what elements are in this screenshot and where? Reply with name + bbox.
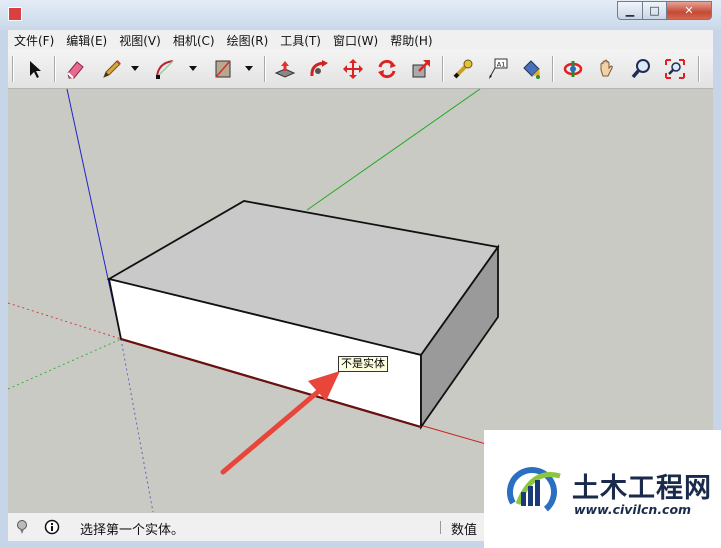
- eraser-icon: [67, 61, 84, 79]
- arc-tool-dropdown[interactable]: [188, 62, 198, 74]
- caret-down-icon: [131, 66, 139, 71]
- zoom-extents-tool-button[interactable]: [662, 56, 688, 82]
- zoom-icon: [631, 59, 650, 79]
- select-tool-button[interactable]: [22, 56, 48, 82]
- rectangle-tool-button[interactable]: [210, 56, 236, 82]
- arc-tool-button[interactable]: [152, 56, 178, 82]
- paint-bucket-icon: [523, 60, 540, 79]
- red-axis-negative: [8, 302, 122, 340]
- caret-down-icon: [189, 66, 197, 71]
- site-logo-icon: [507, 467, 561, 517]
- watermark-site-url: www.civilcn.com: [574, 502, 692, 517]
- menu-file[interactable]: 文件(F): [8, 32, 60, 49]
- follow-me-icon: [310, 60, 328, 77]
- entity-tooltip: 不是实体: [338, 356, 388, 372]
- menu-camera[interactable]: 相机(C): [167, 32, 221, 49]
- tape-measure-icon: [453, 59, 473, 79]
- caret-down-icon: [245, 66, 253, 71]
- blue-axis-negative: [120, 338, 154, 512]
- app-icon: [8, 7, 22, 21]
- menu-view[interactable]: 视图(V): [113, 32, 167, 49]
- toolbar-separator: [698, 56, 699, 82]
- arc-icon: [156, 60, 174, 79]
- toolbar-separator: [552, 56, 553, 82]
- watermark-site-name: 土木工程网: [572, 473, 712, 504]
- tape-measure-tool-button[interactable]: [450, 56, 476, 82]
- select-arrow-icon: [30, 61, 41, 78]
- title-bar[interactable]: ▁ □ ✕: [0, 0, 721, 30]
- line-tool-dropdown[interactable]: [130, 62, 140, 74]
- menu-help[interactable]: 帮助(H): [384, 32, 438, 49]
- zoom-tool-button[interactable]: [628, 56, 654, 82]
- paint-bucket-tool-button[interactable]: [518, 56, 544, 82]
- status-separator: [440, 521, 441, 534]
- menu-tools[interactable]: 工具(T): [274, 32, 327, 49]
- pan-hand-icon: [600, 59, 613, 77]
- scale-tool-button[interactable]: [408, 56, 434, 82]
- follow-me-tool-button[interactable]: [306, 56, 332, 82]
- menu-edit[interactable]: 编辑(E): [60, 32, 113, 49]
- info-icon[interactable]: [44, 519, 60, 535]
- toolbar-separator: [442, 56, 443, 82]
- green-axis: [306, 89, 481, 211]
- zoom-extents-icon: [665, 59, 685, 79]
- scale-icon: [412, 60, 430, 78]
- move-tool-button[interactable]: [340, 56, 366, 82]
- line-tool-button[interactable]: [98, 56, 124, 82]
- window-title: [30, 7, 190, 21]
- push-pull-icon: [274, 61, 296, 78]
- rectangle-tool-dropdown[interactable]: [244, 62, 254, 74]
- toolbar-separator: [264, 56, 265, 82]
- site-watermark: 土木工程网 www.civilcn.com: [484, 430, 721, 548]
- orbit-tool-button[interactable]: [560, 56, 586, 82]
- text-tool-button[interactable]: A1: [484, 56, 510, 82]
- pencil-line-icon: [103, 60, 121, 78]
- push-pull-tool-button[interactable]: [272, 56, 298, 82]
- menu-draw[interactable]: 绘图(R): [221, 32, 275, 49]
- main-toolbar: A1: [8, 50, 713, 89]
- rotate-icon: [378, 59, 396, 79]
- close-button[interactable]: ✕: [666, 1, 712, 20]
- pan-tool-button[interactable]: [594, 56, 620, 82]
- rectangle-icon: [215, 60, 231, 78]
- green-axis-negative: [8, 338, 122, 390]
- minimize-button[interactable]: ▁: [617, 1, 643, 20]
- text-label-icon: A1: [489, 58, 508, 79]
- rotate-tool-button[interactable]: [374, 56, 400, 82]
- orbit-icon: [563, 61, 583, 77]
- status-hint: 选择第一个实体。: [80, 523, 185, 538]
- menu-window[interactable]: 窗口(W): [327, 32, 384, 49]
- pointer-arrow-shaft: [220, 382, 329, 475]
- maximize-button[interactable]: □: [642, 1, 667, 20]
- toolbar-separator: [12, 56, 13, 82]
- eraser-tool-button[interactable]: [62, 56, 88, 82]
- toolbar-separator: [54, 56, 55, 82]
- text-tool-label: A1: [497, 61, 506, 69]
- measurements-label: 数值: [451, 523, 478, 538]
- move-icon: [343, 59, 363, 79]
- geo-location-icon[interactable]: [14, 519, 30, 535]
- menu-bar: 文件(F) 编辑(E) 视图(V) 相机(C) 绘图(R) 工具(T) 窗口(W…: [8, 30, 713, 50]
